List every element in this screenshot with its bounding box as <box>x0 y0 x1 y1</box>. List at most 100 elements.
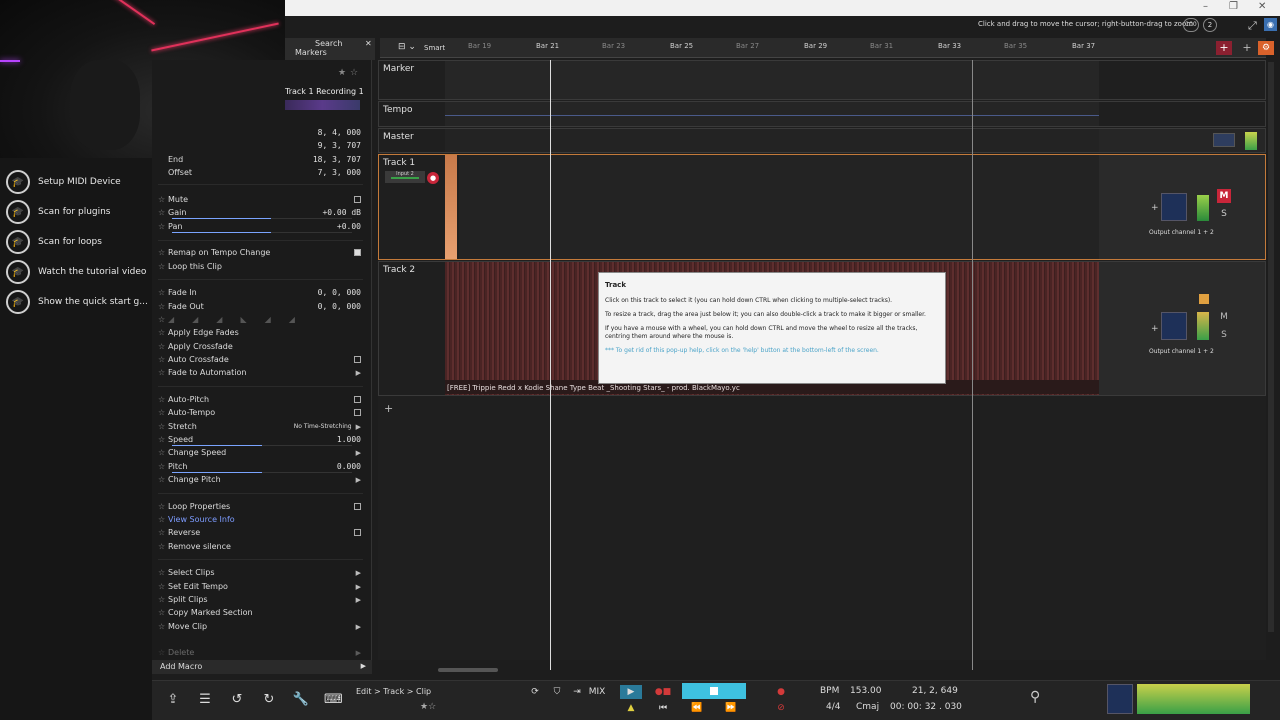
close-icon[interactable]: ✕ <box>365 39 372 48</box>
time-signature[interactable]: 4/4 <box>826 702 840 712</box>
fade-out-row[interactable]: ☆ Fade Out 0, 0, 000 <box>158 300 361 313</box>
breadcrumb[interactable]: Edit > Track > Clip <box>356 687 431 696</box>
minimize-icon[interactable]: – <box>1203 1 1208 12</box>
snap-icon[interactable]: ⊟ ⌄ <box>398 42 416 52</box>
add-macro-button[interactable]: Add Macro ▶ <box>152 660 372 674</box>
track-1[interactable]: Track 1 Input 2 ● + M S Output channel 1… <box>378 154 1266 260</box>
wrench-icon[interactable]: 🔧 <box>292 691 310 709</box>
output-label[interactable]: Output channel 1 + 2 <box>1149 348 1214 355</box>
eye-icon[interactable]: ◉ <box>1264 18 1277 31</box>
punch-icon[interactable]: ⛉ <box>546 685 568 699</box>
star-icon[interactable]: ★☆ <box>420 702 436 712</box>
add-plugin-icon[interactable]: + <box>1151 324 1159 334</box>
help-item-tutorial-video[interactable]: 🎓 Watch the tutorial video <box>6 260 146 284</box>
set-edit-tempo-row[interactable]: ☆ Set Edit Tempo ▶ <box>158 580 361 593</box>
auto-tempo-checkbox[interactable] <box>354 409 361 416</box>
mute-row[interactable]: ☆ Mute <box>158 193 361 206</box>
loop-properties-row[interactable]: ☆ Loop Properties <box>158 500 361 513</box>
mix-label[interactable]: MIX <box>586 685 608 699</box>
fade-in-row[interactable]: ☆ Fade In 0, 0, 000 <box>158 286 361 299</box>
apply-crossfade-row[interactable]: ☆ Apply Crossfade <box>158 340 361 353</box>
change-pitch-row[interactable]: ☆ Change Pitch ▶ <box>158 473 361 486</box>
mute-checkbox[interactable] <box>354 196 361 203</box>
speed-row[interactable]: ☆ Speed 1.000 <box>158 433 361 446</box>
rewind-icon[interactable]: ⏪ <box>686 701 708 715</box>
record-button[interactable]: ● <box>770 685 792 699</box>
time-position[interactable]: 00: 00: 32 . 030 <box>890 702 962 712</box>
volume-plugin[interactable] <box>1161 193 1187 221</box>
vertical-scrollbar[interactable] <box>1268 62 1274 632</box>
redo-icon[interactable]: ↻ <box>260 691 278 709</box>
solo-button[interactable]: S <box>1217 330 1231 342</box>
keyboard-icon[interactable]: ⌨ <box>324 691 343 709</box>
close-icon[interactable]: ✕ <box>1258 1 1266 12</box>
return-to-start-icon[interactable]: ⇥ <box>566 685 588 699</box>
add-icon[interactable]: + <box>1240 41 1254 55</box>
remove-silence-row[interactable]: ☆ Remove silence <box>158 540 361 553</box>
delete-row[interactable]: ☆ Delete ▶ <box>158 646 361 659</box>
click-track-icon[interactable]: ▶ <box>620 685 642 699</box>
end-value[interactable]: 18, 3, 707 <box>313 155 361 164</box>
search-tab[interactable]: Search <box>315 39 342 48</box>
snap-mode-label[interactable]: Smart <box>424 44 445 52</box>
playhead-cursor[interactable] <box>550 60 551 670</box>
select-clips-row[interactable]: ☆ Select Clips ▶ <box>158 566 361 579</box>
move-clip-row[interactable]: ☆ Move Clip ▶ <box>158 620 361 633</box>
auto-tempo-row[interactable]: ☆ Auto-Tempo <box>158 406 361 419</box>
rewind-to-start-icon[interactable]: ⏮ <box>652 701 674 715</box>
add-plugin-icon[interactable]: + <box>1151 203 1159 213</box>
auto-crossfade-row[interactable]: ☆ Auto Crossfade <box>158 353 361 366</box>
clip-color-swatch[interactable] <box>285 100 360 110</box>
loop-record-icon[interactable]: ⊘ <box>770 701 792 715</box>
help-item-scan-plugins[interactable]: 🎓 Scan for plugins <box>6 200 111 224</box>
auto-pitch-checkbox[interactable] <box>354 396 361 403</box>
remap-tempo-row[interactable]: ☆ Remap on Tempo Change <box>158 246 361 259</box>
volume-plugin[interactable] <box>1161 312 1187 340</box>
marker-track[interactable]: Marker <box>378 60 1266 100</box>
reverse-checkbox[interactable] <box>354 529 361 536</box>
horizontal-scrollbar[interactable] <box>438 668 498 672</box>
fast-forward-icon[interactable]: ⏩ <box>720 701 742 715</box>
offset-value[interactable]: 7, 3, 000 <box>318 168 361 177</box>
start-value[interactable]: 8, 4, 000 <box>318 128 361 137</box>
help-item-setup-midi[interactable]: 🎓 Setup MIDI Device <box>6 170 121 194</box>
clip-recording-1[interactable] <box>445 155 457 259</box>
star-outline-icon[interactable]: ☆ <box>350 68 358 78</box>
help-item-scan-loops[interactable]: 🎓 Scan for loops <box>6 230 102 254</box>
undo-icon[interactable]: ↺ <box>228 691 246 709</box>
pitch-row[interactable]: ☆ Pitch 0.000 <box>158 460 361 473</box>
star-icon[interactable]: ★ <box>338 68 346 78</box>
edit-cursor[interactable] <box>972 60 973 670</box>
mute-button[interactable]: M <box>1217 189 1231 203</box>
loop-clip-row[interactable]: ☆ Loop this Clip <box>158 260 361 273</box>
record-settings-icon[interactable]: ●■ <box>652 685 674 699</box>
master-volume[interactable] <box>1107 684 1133 714</box>
settings-icon[interactable]: ⚙ <box>1258 41 1274 55</box>
menu-icon[interactable]: ☰ <box>196 691 214 709</box>
timeline-ruler[interactable]: ⊟ ⌄ Smart Bar 19 Bar 21 Bar 23 Bar 25 Ba… <box>380 38 1266 58</box>
undock-icon[interactable]: ⤢ <box>1248 19 1257 33</box>
stop-button[interactable] <box>682 683 746 699</box>
auto-pitch-row[interactable]: ☆ Auto-Pitch <box>158 393 361 406</box>
add-track-icon[interactable]: + <box>1216 41 1232 55</box>
solo-button[interactable]: S <box>1217 209 1231 221</box>
tempo-track[interactable]: Tempo <box>378 101 1266 127</box>
split-clips-row[interactable]: ☆ Split Clips ▶ <box>158 593 361 606</box>
view-source-info-row[interactable]: ☆ View Source Info <box>158 513 361 526</box>
help-count-badge[interactable]: 2 <box>1203 18 1217 32</box>
auto-crossfade-checkbox[interactable] <box>354 356 361 363</box>
reverse-row[interactable]: ☆ Reverse <box>158 526 361 539</box>
add-track-icon[interactable]: + <box>384 402 393 415</box>
help-item-quick-start[interactable]: 🎓 Show the quick start g... <box>6 290 148 314</box>
master-track[interactable]: Master <box>378 128 1266 153</box>
copy-marked-section-row[interactable]: ☆ Copy Marked Section <box>158 606 361 619</box>
restore-icon[interactable]: ❐ <box>1229 1 1238 12</box>
length-value[interactable]: 9, 3, 707 <box>318 141 361 150</box>
input-selector[interactable]: Input 2 <box>385 171 425 183</box>
pan-row[interactable]: ☆ Pan +0.00 <box>158 220 361 233</box>
bar-position[interactable]: 21, 2, 649 <box>912 686 958 696</box>
key-signature[interactable]: Cmaj <box>856 702 879 712</box>
bpm-value[interactable]: 153.00 <box>850 686 882 696</box>
mute-button[interactable]: M <box>1217 312 1231 326</box>
fade-shape-row[interactable]: ☆ ◢◢◢◣◢◢ <box>158 313 361 326</box>
